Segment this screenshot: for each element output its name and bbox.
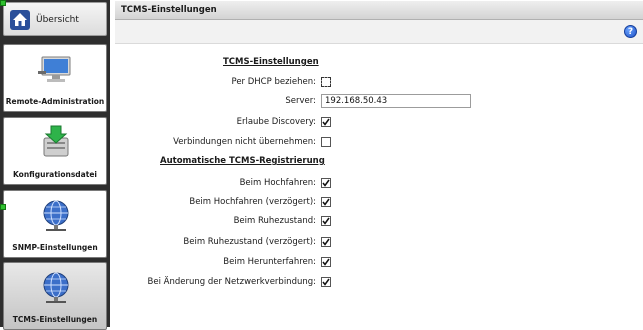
- help-icon[interactable]: ?: [624, 25, 637, 38]
- main-panel: TCMS-Einstellungen ? TCMS-Einstellungen …: [115, 0, 643, 327]
- sidebar-item-snmp-einstellungen[interactable]: SNMP-Einstellungen: [3, 190, 107, 258]
- section-heading-auto-registration: Automatische TCMS-Registrierung: [160, 156, 325, 166]
- checkmark-icon: [322, 258, 330, 266]
- checkmark-icon: [322, 238, 330, 246]
- server-input[interactable]: [321, 94, 471, 108]
- globe-network-icon: [43, 200, 69, 231]
- sidebar-item-label: Konfigurationsdatei: [13, 170, 97, 179]
- no-takeover-label: Verbindungen nicht übernehmen:: [173, 137, 316, 147]
- checkmark-icon: [322, 118, 330, 126]
- boot-checkbox[interactable]: [321, 178, 331, 188]
- boot-delayed-label: Beim Hochfahren (verzögert):: [189, 197, 316, 207]
- selection-handle[interactable]: [0, 204, 6, 210]
- home-label: Übersicht: [36, 15, 79, 25]
- selection-handle[interactable]: [0, 0, 6, 6]
- dhcp-checkbox[interactable]: [321, 77, 331, 87]
- dhcp-label: Per DHCP beziehen:: [231, 77, 317, 87]
- netchange-label: Bei Änderung der Netzwerkverbindung:: [147, 277, 316, 287]
- home-icon: [10, 10, 30, 30]
- checkmark-icon: [322, 217, 330, 225]
- panel-title: TCMS-Einstellungen: [121, 5, 217, 15]
- shutdown-label: Beim Herunterfahren:: [223, 257, 316, 267]
- no-takeover-checkbox[interactable]: [321, 137, 331, 147]
- sidebar: Übersicht Remote-Administration Konfigur…: [0, 0, 110, 330]
- server-label: Server:: [285, 96, 316, 106]
- sidebar-item-konfigurationsdatei[interactable]: Konfigurationsdatei: [3, 117, 107, 185]
- netchange-checkbox[interactable]: [321, 277, 331, 287]
- standby-label: Beim Ruhezustand:: [233, 216, 316, 226]
- home-button[interactable]: Übersicht: [3, 2, 107, 36]
- section-heading-tcms: TCMS-Einstellungen: [223, 57, 319, 67]
- panel-title-bar: TCMS-Einstellungen: [115, 1, 643, 20]
- boot-delayed-checkbox[interactable]: [321, 197, 331, 207]
- panel-toolbar: ?: [115, 20, 643, 44]
- sidebar-item-tcms-einstellungen[interactable]: TCMS-Einstellungen: [3, 262, 107, 330]
- standby-checkbox[interactable]: [321, 216, 331, 226]
- standby-delayed-label: Beim Ruhezustand (verzögert):: [183, 237, 316, 247]
- checkmark-icon: [322, 198, 330, 206]
- discovery-checkbox[interactable]: [321, 117, 331, 127]
- shutdown-checkbox[interactable]: [321, 257, 331, 267]
- sidebar-item-label: TCMS-Einstellungen: [12, 315, 98, 324]
- monitor-icon: [38, 56, 71, 82]
- standby-delayed-checkbox[interactable]: [321, 237, 331, 247]
- sidebar-item-remote-administration[interactable]: Remote-Administration: [3, 44, 107, 112]
- config-file-download-icon: [43, 125, 69, 157]
- sidebar-item-label: Remote-Administration: [5, 97, 105, 106]
- sidebar-item-label: SNMP-Einstellungen: [12, 243, 98, 252]
- boot-label: Beim Hochfahren:: [239, 178, 316, 188]
- globe-network-icon: [43, 272, 69, 303]
- checkmark-icon: [322, 179, 330, 187]
- checkmark-icon: [322, 278, 330, 286]
- discovery-label: Erlaube Discovery:: [236, 117, 316, 127]
